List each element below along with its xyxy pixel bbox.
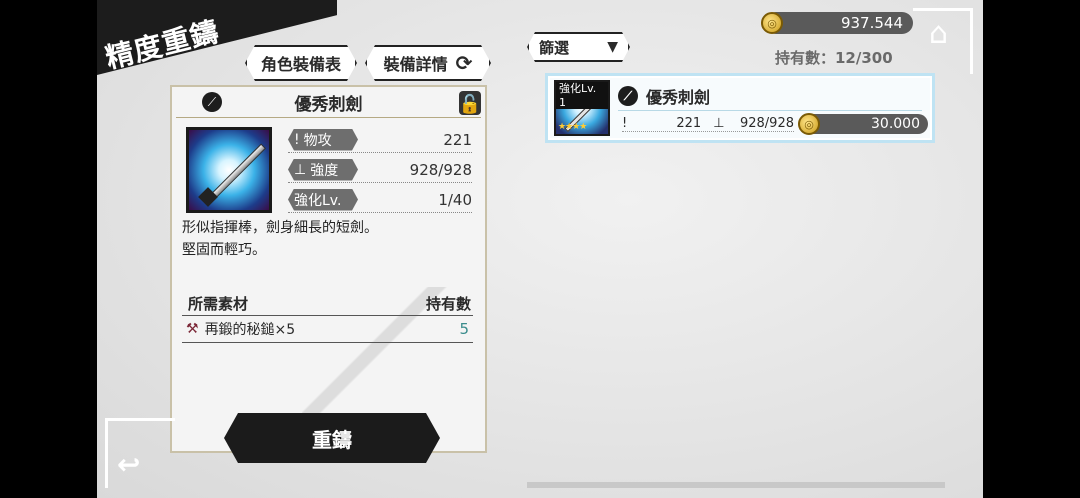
list-item-stats: ! 221 ⊥ 928/928 xyxy=(622,116,794,132)
material-row: ⚒ 再鍛的秘鎚×5 5 xyxy=(182,315,473,343)
stat-row-attack: ! 物攻 221 xyxy=(288,127,472,153)
currency-display: ◎ 937.544 xyxy=(761,12,913,34)
tab-equipment-detail[interactable]: 裝備詳情 ⟳ xyxy=(365,45,491,81)
list-item-name: 優秀刺劍 xyxy=(646,88,711,107)
rapier-type-icon: ⟋ xyxy=(202,92,222,112)
stat-row-enhance-level: 強化Lv. 1/40 xyxy=(288,187,472,213)
back-button[interactable]: ↩ xyxy=(105,418,175,488)
materials-header-label: 所需素材 xyxy=(188,295,249,313)
item-description: 形似指揮棒，劍身細長的短劍。 堅固而輕巧。 xyxy=(182,217,378,261)
list-item-durability: 928/928 xyxy=(739,116,794,131)
filter-dropdown[interactable]: 篩選 ▼ xyxy=(527,32,630,62)
detail-item-name: 優秀刺劍 xyxy=(294,94,363,115)
home-button[interactable]: ⌂ xyxy=(907,8,973,74)
materials-header: 所需素材 持有數 xyxy=(188,293,471,314)
chevron-down-icon: ▼ xyxy=(607,39,618,55)
stat-value-attack: 221 xyxy=(443,130,472,149)
attack-icon: ! xyxy=(622,116,628,131)
sync-icon: ⟳ xyxy=(455,51,473,75)
attack-icon: ! xyxy=(294,131,300,148)
reforge-button[interactable]: 重鑄 xyxy=(224,413,440,463)
inventory-capacity: 持有數：12/300 xyxy=(775,49,893,67)
stat-value-enhance: 1/40 xyxy=(438,190,472,209)
equipment-detail-panel: 優秀刺劍 ⟋ 🔓 ! 物攻 221 ⊥ 強度 928/928 強化Lv. 1/40 … xyxy=(170,85,487,453)
card-divider xyxy=(618,110,922,111)
stat-value-durability: 928/928 xyxy=(409,160,472,179)
material-name: 再鍛的秘鎚×5 xyxy=(204,322,296,338)
anvil-icon: ⊥ xyxy=(294,161,307,178)
unlock-icon[interactable]: 🔓 xyxy=(459,91,481,115)
filter-label: 篩選 xyxy=(539,38,570,57)
owned-header-label: 持有數 xyxy=(425,295,471,313)
coin-icon: ◎ xyxy=(798,113,820,135)
description-line: 堅固而輕巧。 xyxy=(182,242,266,258)
item-thumbnail: 強化Lv. 1 ★★★★ xyxy=(554,80,610,136)
stat-label-durability: ⊥ 強度 xyxy=(288,159,358,181)
stat-label-enhance: 強化Lv. xyxy=(288,189,358,211)
list-item-price: ◎ 30.000 xyxy=(798,113,928,135)
tab-character-equipment-label: 角色裝備表 xyxy=(260,55,341,74)
tab-character-equipment[interactable]: 角色裝備表 xyxy=(245,45,357,81)
anvil-icon: ⊥ xyxy=(713,116,725,131)
rapier-type-icon: ⟋ xyxy=(618,86,638,106)
description-line: 形似指揮棒，劍身細長的短劍。 xyxy=(182,220,378,236)
list-item-attack: 221 xyxy=(676,116,702,131)
equipment-list-item[interactable]: 強化Lv. 1 ★★★★ ⟋ 優秀刺劍 ! 221 ⊥ 928/928 ◎ 30… xyxy=(545,73,935,143)
stat-label-text: 物攻 xyxy=(303,132,332,149)
home-icon: ⌂ xyxy=(929,16,949,51)
hammer-icon: ⚒ xyxy=(186,321,199,337)
header-divider xyxy=(176,117,481,118)
material-owned: 5 xyxy=(459,320,469,338)
reforge-button-label: 重鑄 xyxy=(312,427,352,452)
list-scrollbar[interactable] xyxy=(527,482,945,488)
stat-label-text: 強度 xyxy=(310,162,339,179)
game-screen: 精度重鑄 角色裝備表 裝備詳情 ⟳ 優秀刺劍 ⟋ 🔓 ! 物攻 221 ⊥ 強度 9… xyxy=(97,0,983,498)
back-arrow-icon: ↩ xyxy=(117,448,141,481)
stat-label-attack: ! 物攻 xyxy=(288,129,358,151)
enhance-level-tag: 強化Lv. 1 xyxy=(556,82,608,109)
coin-icon: ◎ xyxy=(761,12,783,34)
rarity-stars: ★★★★ xyxy=(558,122,587,132)
stat-row-durability: ⊥ 強度 928/928 xyxy=(288,157,472,183)
item-image xyxy=(186,127,272,213)
item-name-group: ⟋ 優秀刺劍 xyxy=(618,84,710,108)
tab-equipment-detail-label: 裝備詳情 xyxy=(383,55,448,74)
list-item-price-value: 30.000 xyxy=(871,116,920,132)
currency-amount: 937.544 xyxy=(840,14,903,32)
